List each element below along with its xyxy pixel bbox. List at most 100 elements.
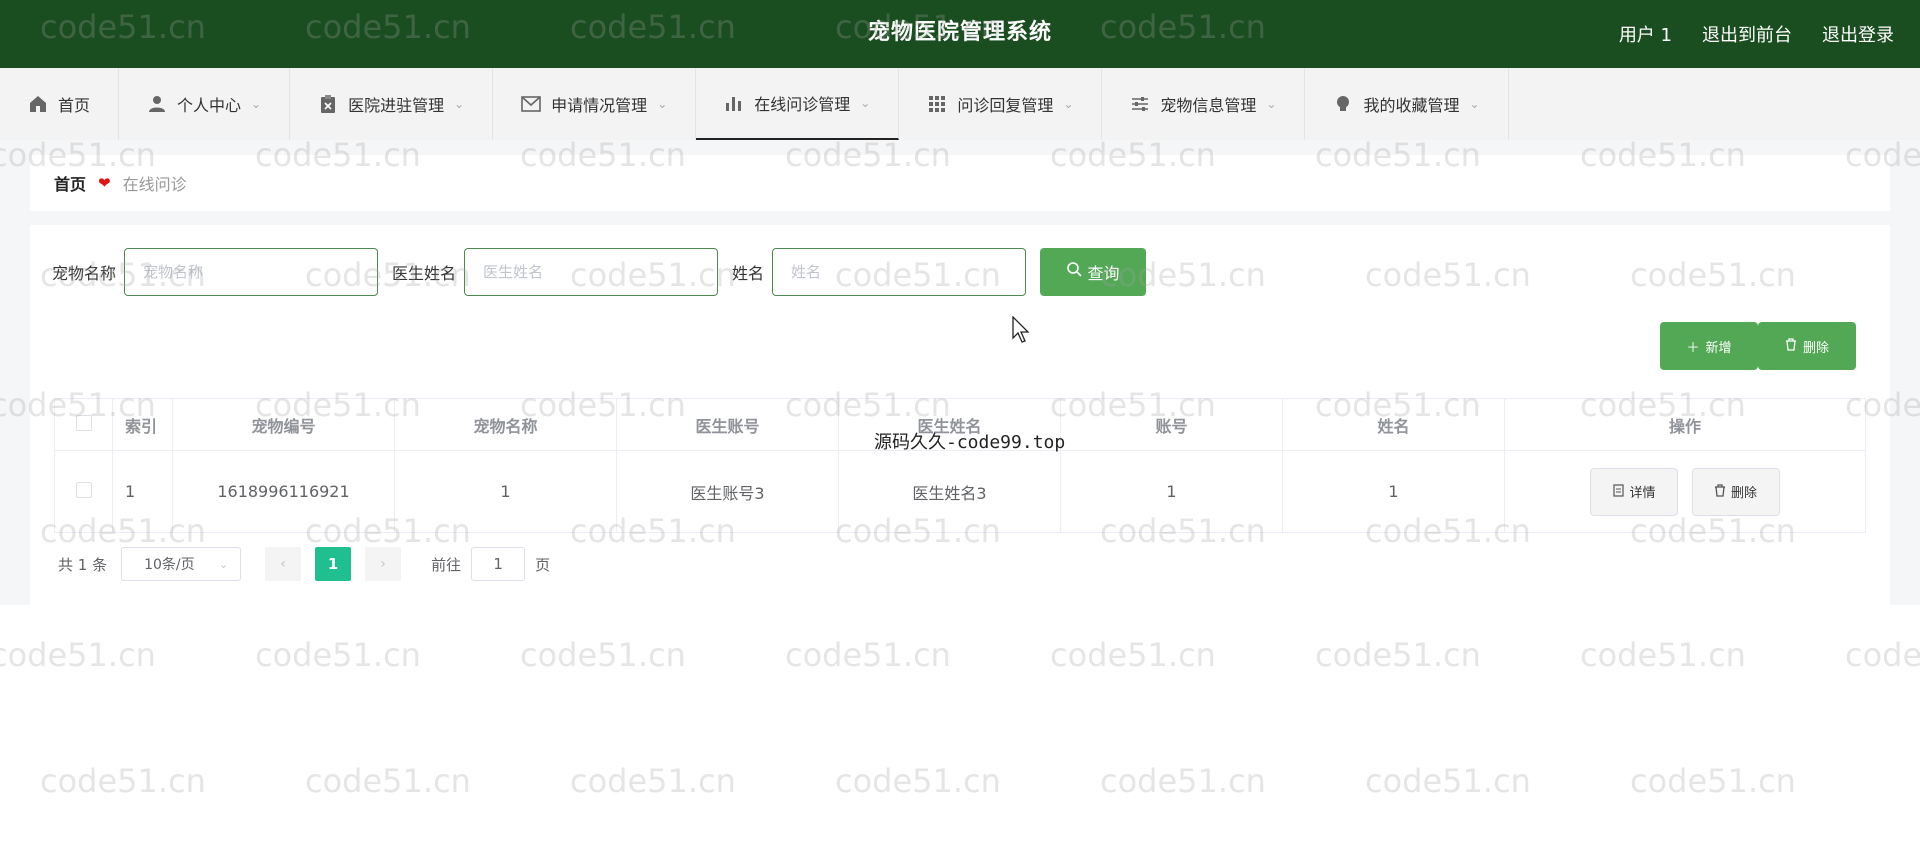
watermark-text: code51.cn xyxy=(785,636,951,674)
nav-item-personal-center[interactable]: 个人中心 ⌄ xyxy=(119,68,291,140)
home-icon xyxy=(28,94,48,114)
consult-table: 索引 宠物编号 宠物名称 医生账号 医生姓名 账号 姓名 操作 1 161899… xyxy=(54,398,1866,533)
select-all-cell xyxy=(54,398,113,451)
user-icon xyxy=(147,94,167,114)
doctor-name-label: 医生姓名 xyxy=(392,264,457,283)
nav-item-hospital-settle[interactable]: 医院进驻管理 ⌄ xyxy=(290,68,494,140)
watermark-text: code51.cn xyxy=(1630,762,1796,800)
pet-name-label: 宠物名称 xyxy=(52,264,117,283)
chevron-down-icon: ⌄ xyxy=(218,557,229,571)
detail-button[interactable]: 详情 xyxy=(1590,467,1679,516)
nav-label: 首页 xyxy=(58,96,91,115)
goto-page-input[interactable]: 1 xyxy=(471,547,526,581)
nav-item-pet-info[interactable]: 宠物信息管理 ⌄ xyxy=(1102,68,1306,140)
col-doctor-account: 医生账号 xyxy=(616,398,839,451)
watermark-text: code51.cn xyxy=(1580,636,1746,674)
page-number-current[interactable]: 1 xyxy=(315,547,352,581)
current-user-link[interactable]: 用户 1 xyxy=(1619,21,1672,47)
watermark-text: code51.cn xyxy=(520,636,686,674)
nav-label: 医院进驻管理 xyxy=(348,96,445,115)
bar-chart-icon xyxy=(724,93,744,113)
query-button[interactable]: 查询 xyxy=(1040,248,1147,296)
cell-doctor-account: 医生账号3 xyxy=(616,450,839,533)
watermark-text: code51.cn xyxy=(1845,636,1920,674)
nav-label: 问诊回复管理 xyxy=(957,96,1054,115)
add-label: 新增 xyxy=(1705,339,1732,355)
name-input[interactable] xyxy=(772,248,1027,296)
chevron-down-icon: ⌄ xyxy=(454,97,465,111)
delete-label: 删除 xyxy=(1802,339,1829,355)
cell-doctor-name: 医生姓名3 xyxy=(838,450,1061,533)
watermark-text: code51.cn xyxy=(570,762,736,800)
col-pet-name: 宠物名称 xyxy=(394,398,617,451)
row-checkbox[interactable] xyxy=(75,481,92,498)
watermark-text: code51.cn xyxy=(1365,762,1531,800)
logout-link[interactable]: 退出登录 xyxy=(1822,21,1894,47)
cell-actions: 详情 删除 xyxy=(1504,450,1866,533)
query-label: 查询 xyxy=(1087,266,1120,283)
exit-to-frontend-link[interactable]: 退出到前台 xyxy=(1702,21,1792,47)
prev-page-button[interactable]: ‹ xyxy=(265,547,302,581)
chevron-left-icon: ‹ xyxy=(280,556,286,572)
overlay-text: 源码久久-code99.top xyxy=(874,432,1066,453)
chevron-down-icon: ⌄ xyxy=(860,96,871,110)
col-name: 姓名 xyxy=(1282,398,1505,451)
row-checkbox-cell xyxy=(54,450,113,533)
col-pet-id: 宠物编号 xyxy=(172,398,395,451)
cell-index: 1 xyxy=(112,450,173,533)
select-all-checkbox[interactable] xyxy=(75,414,92,431)
batch-delete-button[interactable]: 删除 xyxy=(1758,322,1856,370)
clipboard-icon xyxy=(318,94,338,114)
goto-prefix: 前往 xyxy=(431,555,462,574)
nav-item-consult-reply[interactable]: 问诊回复管理 ⌄ xyxy=(899,68,1103,140)
watermark-text: code51.cn xyxy=(1100,762,1266,800)
trash-icon xyxy=(1714,483,1726,500)
watermark-text: code51.cn xyxy=(305,762,471,800)
bulb-icon xyxy=(1333,94,1353,114)
total-count: 共 1 条 xyxy=(58,555,108,574)
watermark-text: code51.cn xyxy=(835,762,1001,800)
nav-label: 宠物信息管理 xyxy=(1160,96,1257,115)
nav-label: 我的收藏管理 xyxy=(1363,96,1460,115)
cell-pet-name: 1 xyxy=(394,450,617,533)
search-form: 宠物名称 医生姓名 姓名 查询 xyxy=(52,248,1147,296)
grid-icon xyxy=(927,94,947,114)
chevron-down-icon: ⌄ xyxy=(1266,97,1277,111)
nav-item-application-status[interactable]: 申请情况管理 ⌄ xyxy=(493,68,697,140)
sliders-icon xyxy=(1130,94,1150,114)
pet-name-input[interactable] xyxy=(124,248,379,296)
col-actions: 操作 xyxy=(1504,398,1866,451)
heart-icon: ❤ xyxy=(98,174,111,192)
top-header: 宠物医院管理系统 用户 1 退出到前台 退出登录 xyxy=(0,0,1920,68)
nav-label: 在线问诊管理 xyxy=(754,95,851,114)
row-delete-label: 删除 xyxy=(1731,485,1758,500)
chevron-down-icon: ⌄ xyxy=(1469,97,1480,111)
watermark-text: code51.cn xyxy=(255,636,421,674)
trash-icon xyxy=(1785,338,1797,354)
breadcrumb-home[interactable]: 首页 xyxy=(54,171,86,195)
col-account: 账号 xyxy=(1060,398,1283,451)
plus-icon: ＋ xyxy=(1686,339,1700,355)
chevron-down-icon: ⌄ xyxy=(251,97,262,111)
page-size-select[interactable]: 10条/页 ⌄ xyxy=(121,547,242,581)
nav-label: 申请情况管理 xyxy=(551,96,648,115)
pagination: 共 1 条 10条/页 ⌄ ‹ 1 › 前往 1 页 xyxy=(58,547,550,581)
name-label: 姓名 xyxy=(732,264,765,283)
doctor-name-input[interactable] xyxy=(464,248,719,296)
search-icon xyxy=(1066,262,1082,282)
nav-item-home[interactable]: 首页 xyxy=(0,68,120,140)
table-row: 1 1618996116921 1 医生账号3 医生姓名3 1 1 详情 删除 xyxy=(54,450,1866,533)
main-nav: 首页 个人中心 ⌄ 医院进驻管理 ⌄ 申请情况管理 ⌄ 在线问诊管理 ⌄ 问诊回… xyxy=(0,68,1920,140)
nav-item-online-consult[interactable]: 在线问诊管理 ⌄ xyxy=(696,68,900,140)
cell-pet-id: 1618996116921 xyxy=(172,450,395,533)
cell-account: 1 xyxy=(1060,450,1283,533)
row-delete-button[interactable]: 删除 xyxy=(1691,467,1780,516)
page-size-value: 10条/页 xyxy=(144,557,195,573)
next-page-button[interactable]: › xyxy=(365,547,402,581)
mail-icon xyxy=(521,94,541,114)
goto-suffix: 页 xyxy=(535,555,551,574)
cell-name: 1 xyxy=(1282,450,1505,533)
nav-label: 个人中心 xyxy=(177,96,242,115)
nav-item-my-favorites[interactable]: 我的收藏管理 ⌄ xyxy=(1305,68,1509,140)
add-button[interactable]: ＋ 新增 xyxy=(1660,322,1758,370)
